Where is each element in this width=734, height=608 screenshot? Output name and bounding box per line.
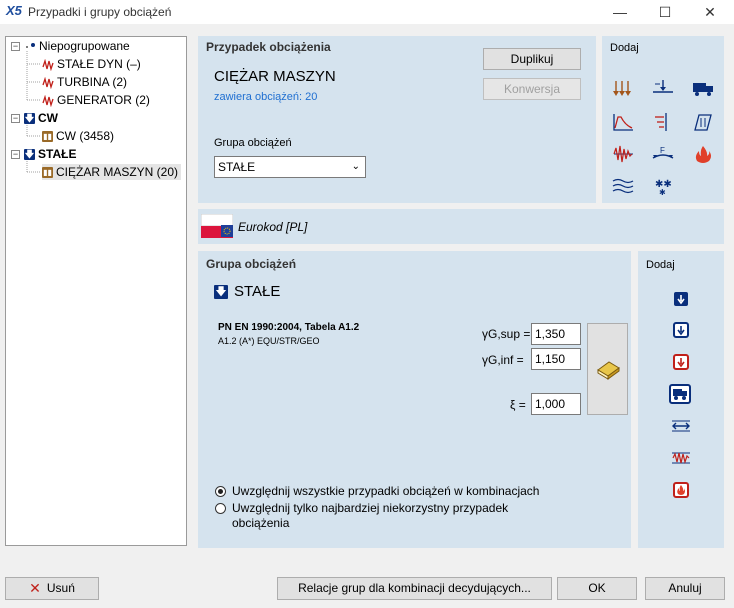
minimize-button[interactable]: — [600,0,640,24]
collapse-icon[interactable]: − [11,42,20,51]
group-name: 🡇 STAŁE [214,283,281,300]
tree-item-generator[interactable]: GENERATOR (2) [42,92,150,108]
temperature-load-icon[interactable]: F [652,144,674,164]
maximize-button[interactable]: ☐ [645,0,685,24]
duplicate-button[interactable]: Duplikuj [483,48,581,70]
group-relations-button[interactable]: Relacje grup dla kombinacji decydujących… [277,577,552,600]
distributed-load-icon[interactable] [612,78,634,98]
tree-item-cw[interactable]: ▮▮ CW (3458) [42,128,114,144]
cancel-button[interactable]: Anuluj [645,577,725,600]
xi-input[interactable]: 1,000 [531,393,581,415]
chevron-down-icon: ⌄ [351,161,360,172]
group-header: Grupa obciążeń [206,257,297,271]
load-case-icon: ▮▮ [42,131,53,143]
gamma-inf-label: γG,inf = [482,353,524,367]
gamma-sup-label: γG,sup = [482,327,531,341]
moving-load-group-icon[interactable] [669,384,691,404]
tree-item-stale-dyn[interactable]: STAŁE DYN (–) [42,56,141,72]
standard-text: PN EN 1990:2004, Tabela A1.2 [218,322,360,333]
add-label: Dodaj [610,42,639,54]
seismic-group-icon[interactable] [671,450,691,466]
radio-worst-case[interactable] [215,503,226,514]
vehicle-load-icon[interactable] [692,78,714,98]
radio-all-cases[interactable] [215,486,226,497]
dynamic-load-icon [42,94,54,108]
tree-item-ungrouped[interactable]: Niepogrupowane [24,38,130,54]
xi-label: ξ = [510,398,526,412]
permanent-group-icon: 🡇 [214,285,228,300]
dynamic-load-icon [42,58,54,72]
radio-worst-case-label-2[interactable]: obciążenia [232,516,289,530]
permanent-group-icon: 🡇 [24,113,35,125]
tree-item-cw-group[interactable]: 🡇 CW [24,110,58,126]
load-case-header: Przypadek obciążenia [206,40,331,54]
collapse-icon[interactable]: − [11,150,20,159]
ungrouped-icon [24,41,36,53]
window-title: Przypadki i grupy obciążeń [28,5,172,19]
load-group-panel: Grupa obciążeń 🡇 STAŁE PN EN 1990:2004, T… [198,251,631,548]
add-group-panel: Dodaj [638,251,724,548]
poland-flag-icon [200,213,234,238]
wind-profile-icon[interactable] [612,176,634,196]
code-label: Eurokod [PL] [238,220,308,234]
seismic-load-icon[interactable] [612,144,634,164]
svg-text:✱: ✱ [659,188,666,196]
fire-group-icon[interactable] [673,482,689,498]
dynamic-load-icon [42,76,54,90]
delete-button[interactable]: ✕ Usuń [5,577,99,600]
permanent-group-icon[interactable] [673,291,689,307]
app-logo: X5 [6,3,22,18]
permanent-group-icon: 🡇 [24,149,35,161]
load-tree[interactable]: − Niepogrupowane STAŁE DYN (–) TURBINA (… [5,36,187,546]
nodal-load-icon[interactable] [652,78,674,98]
ok-button[interactable]: OK [557,577,637,600]
load-count: zawiera obciążeń: 20 [214,91,318,103]
accidental-group-icon[interactable] [673,354,689,370]
load-case-name: CIĘŻAR MASZYN [214,68,336,85]
group-select-label: Grupa obciążeń [214,137,292,149]
tree-item-stale-group[interactable]: 🡇 STAŁE [24,146,76,162]
standard-subtext: A1.2 (A*) EQU/STR/GEO [218,336,320,346]
close-button[interactable]: ✕ [690,0,730,24]
radio-worst-case-label[interactable]: Uwzględnij tylko najbardziej niekorzystn… [232,501,508,515]
svg-text:F: F [660,146,665,155]
group-select[interactable]: STAŁE ⌄ [214,156,366,178]
radio-all-cases-label[interactable]: Uwzględnij wszystkie przypadki obciążeń … [232,484,539,498]
tree-item-ciezar-maszyn[interactable]: ▮▮ CIĘŻAR MASZYN (20) [42,164,182,180]
collapse-icon[interactable]: − [11,114,20,123]
add-load-panel: Dodaj F ✱✱ ✱ [602,36,724,203]
snow-load-icon[interactable] [692,112,714,132]
wind-load-icon[interactable] [652,112,674,132]
tree-item-turbina[interactable]: TURBINA (2) [42,74,127,90]
delete-icon: ✕ [29,580,41,597]
load-case-icon: ▮▮ [42,167,53,179]
prestress-group-icon[interactable] [671,418,691,434]
factors-library-button[interactable] [587,323,628,415]
variable-group-icon[interactable] [673,322,689,338]
gamma-sup-input[interactable]: 1,350 [531,323,581,345]
code-bar: Eurokod [PL] [198,209,724,244]
book-icon [596,361,620,380]
add-label: Dodaj [646,259,675,271]
response-spectrum-icon[interactable] [612,112,634,132]
load-case-panel: Przypadek obciążenia CIĘŻAR MASZYN zawie… [198,36,596,203]
gamma-inf-input[interactable]: 1,150 [531,348,581,370]
snowflake-icon[interactable]: ✱✱ ✱ [652,176,674,197]
convert-button[interactable]: Konwersja [483,78,581,100]
fire-icon[interactable] [692,144,714,164]
